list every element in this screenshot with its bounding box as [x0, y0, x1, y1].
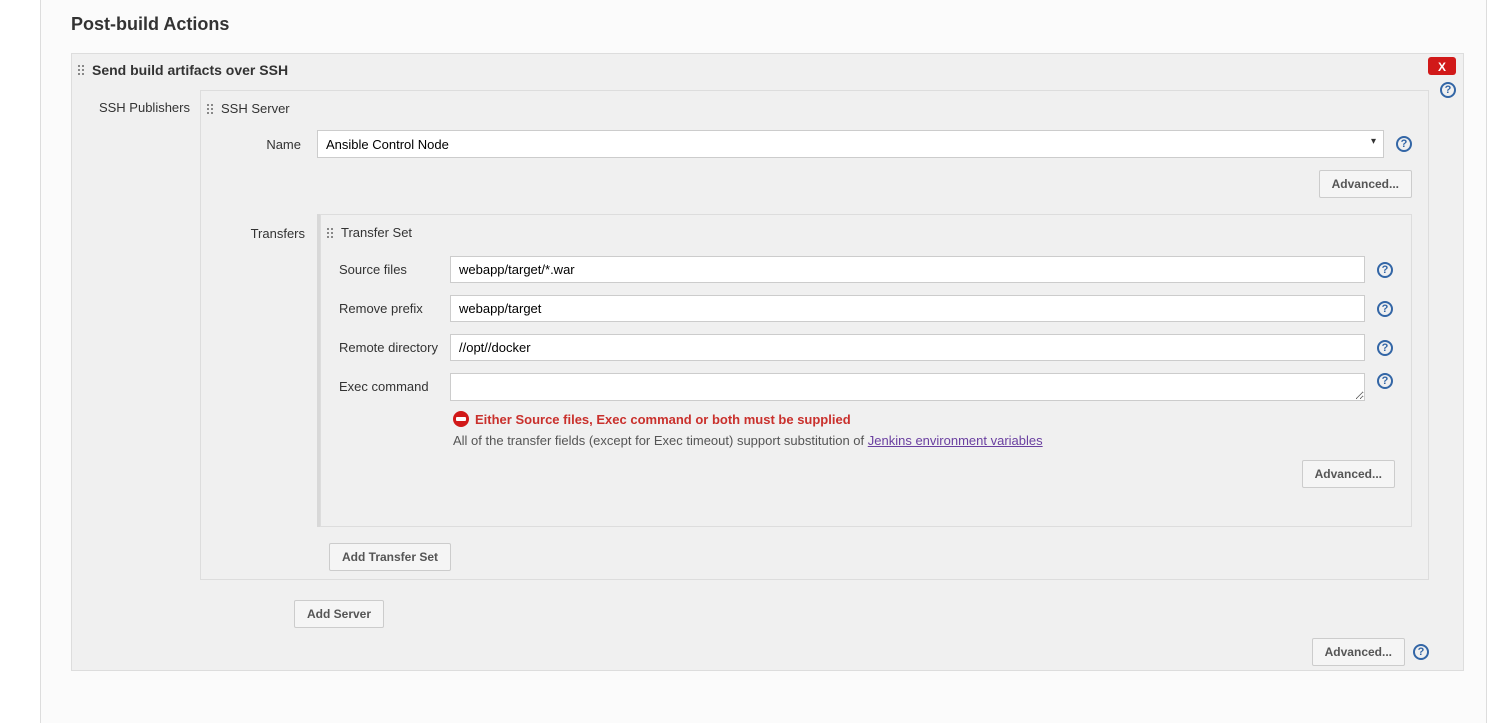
- remove-prefix-label: Remove prefix: [333, 301, 438, 316]
- ssh-server-name-select[interactable]: Ansible Control Node: [317, 130, 1384, 158]
- remove-prefix-input[interactable]: [450, 295, 1365, 322]
- transfer-set-box: Transfer Set Source files ? Remove prefi…: [320, 214, 1412, 527]
- drag-handle-icon[interactable]: [327, 228, 333, 238]
- help-icon[interactable]: ?: [1377, 340, 1393, 356]
- help-icon[interactable]: ?: [1377, 373, 1393, 389]
- env-vars-link[interactable]: Jenkins environment variables: [868, 433, 1043, 448]
- help-icon[interactable]: ?: [1413, 644, 1429, 660]
- transfer-set-heading: Transfer Set: [341, 225, 412, 240]
- validation-message: Either Source files, Exec command or bot…: [475, 412, 851, 427]
- add-transfer-set-button[interactable]: Add Transfer Set: [329, 543, 451, 571]
- section-heading: Post-build Actions: [71, 14, 1464, 35]
- help-icon[interactable]: ?: [1377, 301, 1393, 317]
- advanced-ssh-server-button[interactable]: Advanced...: [1319, 170, 1412, 198]
- help-icon[interactable]: ?: [1377, 262, 1393, 278]
- exec-command-textarea[interactable]: [450, 373, 1365, 401]
- action-block-ssh: X ? Send build artifacts over SSH SSH Pu…: [71, 53, 1464, 671]
- advanced-action-button[interactable]: Advanced...: [1312, 638, 1405, 666]
- name-label: Name: [217, 137, 305, 152]
- help-icon[interactable]: ?: [1396, 136, 1412, 152]
- remote-directory-label: Remote directory: [333, 340, 438, 355]
- source-files-label: Source files: [333, 262, 438, 277]
- advanced-transfer-set-button[interactable]: Advanced...: [1302, 460, 1395, 488]
- ssh-server-heading: SSH Server: [221, 101, 290, 116]
- ssh-publisher-pane: SSH Server Name Ansible Control Node ? A…: [200, 90, 1429, 580]
- help-icon[interactable]: ?: [1440, 82, 1456, 98]
- close-action-button[interactable]: X: [1428, 57, 1456, 75]
- remote-directory-input[interactable]: [450, 334, 1365, 361]
- hint-prefix: All of the transfer fields (except for E…: [453, 433, 868, 448]
- drag-handle-icon[interactable]: [78, 65, 84, 75]
- action-title: Send build artifacts over SSH: [92, 62, 288, 78]
- exec-command-label: Exec command: [333, 373, 438, 394]
- transfers-label: Transfers: [217, 214, 305, 527]
- source-files-input[interactable]: [450, 256, 1365, 283]
- error-icon: [453, 411, 469, 427]
- drag-handle-icon[interactable]: [207, 104, 213, 114]
- ssh-publishers-label: SSH Publishers: [72, 86, 194, 580]
- add-server-button[interactable]: Add Server: [294, 600, 384, 628]
